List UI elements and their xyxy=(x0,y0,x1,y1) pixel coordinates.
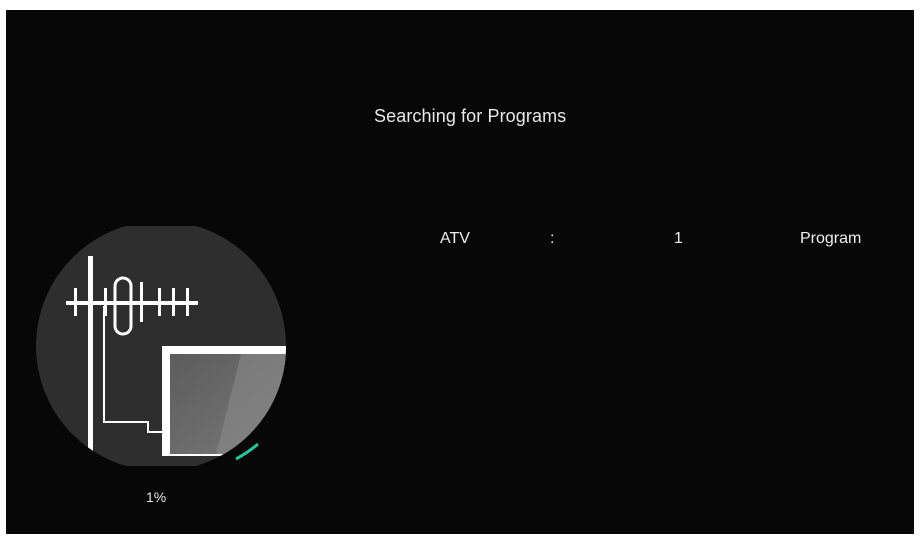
program-unit-label: Program xyxy=(800,230,862,247)
progress-percent: 1% xyxy=(146,489,167,505)
channel-scan-screen: Searching for Programs ATV : 1 Program 1… xyxy=(6,10,914,534)
page-title: Searching for Programs xyxy=(374,106,567,126)
antenna-mast xyxy=(88,256,93,466)
scan-progress-illustration xyxy=(36,226,286,466)
antenna-tv-icon xyxy=(36,226,296,466)
program-count: 1 xyxy=(674,230,683,247)
signal-type-label: ATV xyxy=(440,230,470,247)
result-separator: : xyxy=(550,230,555,247)
progress-arc xyxy=(235,442,259,461)
